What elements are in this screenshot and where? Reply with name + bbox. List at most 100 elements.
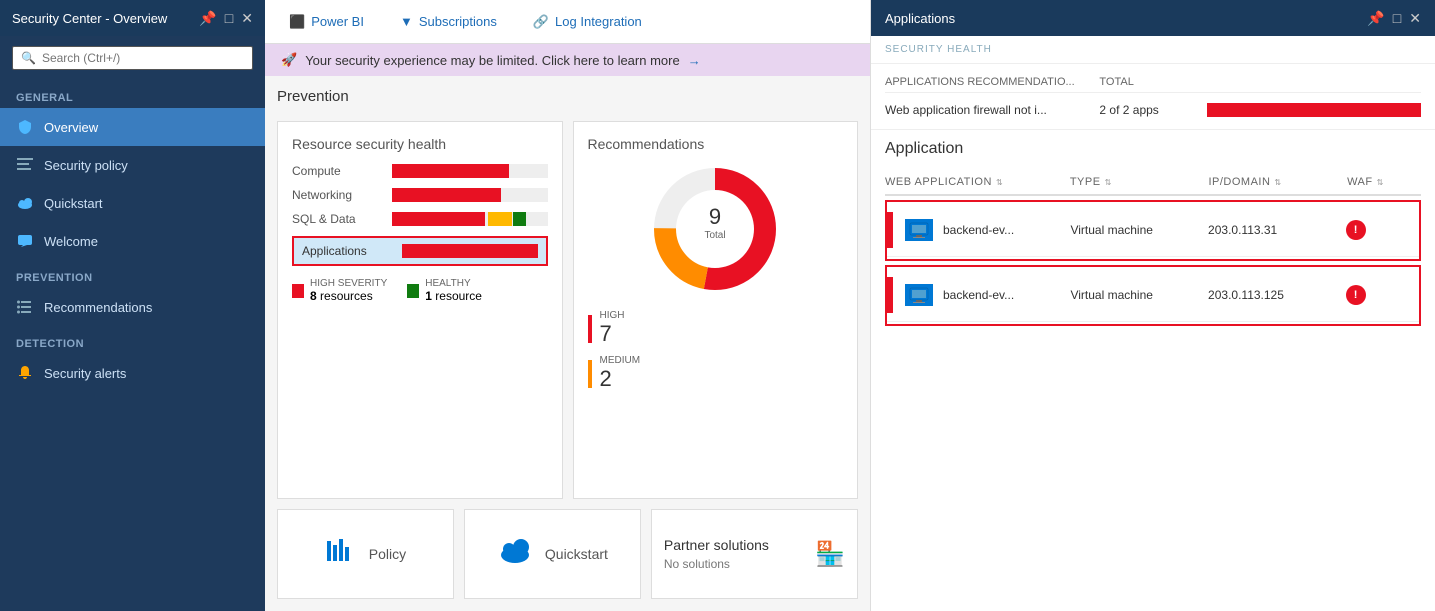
table-row-1-highlight[interactable]: backend-ev... Virtual machine 203.0.113.… — [885, 200, 1421, 261]
power-bi-label: Power BI — [311, 14, 364, 29]
medium-bar — [588, 360, 592, 388]
bell-icon — [16, 364, 34, 382]
donut-container: 9 Total — [588, 164, 844, 294]
col-waf-header[interactable]: WAF ⇅ — [1347, 176, 1421, 188]
quickstart-card[interactable]: Quickstart — [464, 509, 641, 599]
policy-card[interactable]: Policy — [277, 509, 454, 599]
networking-label: Networking — [292, 188, 382, 202]
prevention-title: Prevention — [277, 88, 858, 105]
toolbar: ⬛ Power BI ▼ Subscriptions 🔗 Log Integra… — [265, 0, 870, 44]
power-bi-button[interactable]: ⬛ Power BI — [281, 10, 372, 34]
applications-highlighted-row[interactable]: Applications — [292, 236, 548, 266]
maximize-icon[interactable]: □ — [225, 10, 233, 26]
sql-label: SQL & Data — [292, 212, 382, 226]
search-box[interactable]: 🔍 — [12, 46, 253, 70]
col-waf-sort[interactable]: ⇅ — [1377, 178, 1384, 187]
col-ip-header[interactable]: IP/DOMAIN ⇅ — [1208, 176, 1347, 188]
sidebar-overview-label: Overview — [44, 120, 98, 135]
medium-severity-row: MEDIUM 2 — [588, 355, 844, 392]
svg-text:Total: Total — [705, 230, 726, 241]
rec-col3-header — [1207, 76, 1421, 88]
row2-vm-icon — [905, 284, 933, 306]
row2-app: backend-ev... — [887, 277, 1070, 313]
rec-row-total: 2 of 2 apps — [1099, 103, 1206, 117]
sidebar-item-security-alerts[interactable]: Security alerts — [0, 354, 265, 392]
sidebar-item-security-policy[interactable]: Security policy — [0, 146, 265, 184]
resource-health-card: Resource security health Compute Network… — [277, 121, 563, 499]
high-severity-stat: HIGH SEVERITY 8 resources — [292, 278, 387, 303]
close-icon[interactable]: ✕ — [241, 10, 253, 27]
app-recs-section: APPLICATIONS RECOMMENDATIO... TOTAL Web … — [871, 64, 1435, 130]
severity-stats: HIGH SEVERITY 8 resources HEALTHY 1 reso… — [292, 278, 548, 303]
healthy-text: HEALTHY 1 resource — [425, 278, 482, 303]
row1-indicator — [887, 212, 893, 248]
rec-col1-header: APPLICATIONS RECOMMENDATIO... — [885, 76, 1099, 88]
app-table-header: WEB APPLICATION ⇅ TYPE ⇅ IP/DOMAIN ⇅ WAF… — [885, 170, 1421, 196]
sidebar-item-welcome[interactable]: Welcome — [0, 222, 265, 260]
log-integration-button[interactable]: 🔗 Log Integration — [525, 10, 650, 34]
applications-label: Applications — [302, 244, 392, 258]
row1-waf-alert: ! — [1346, 220, 1366, 240]
filter-icon: ▼ — [400, 14, 413, 29]
row1-ip: 203.0.113.31 — [1208, 223, 1346, 237]
bars-icon — [16, 156, 34, 174]
notification-bar[interactable]: 🚀 Your security experience may be limite… — [265, 44, 870, 76]
row2-waf-alert: ! — [1346, 285, 1366, 305]
sql-bar-green — [513, 212, 525, 226]
sidebar-item-overview[interactable]: Overview — [0, 108, 265, 146]
notification-arrow: → — [688, 53, 701, 68]
high-severity-row: HIGH 7 — [588, 310, 844, 347]
subscriptions-label: Subscriptions — [419, 14, 497, 29]
left-title: Security Center - Overview — [12, 11, 167, 26]
search-input[interactable] — [42, 51, 244, 65]
app-recs-header: APPLICATIONS RECOMMENDATIO... TOTAL — [885, 72, 1421, 93]
row2-name: backend-ev... — [943, 288, 1014, 302]
applications-bar — [402, 244, 538, 258]
quickstart-icon — [497, 537, 533, 572]
col-web-app-header[interactable]: WEB APPLICATION ⇅ — [885, 176, 1070, 188]
app-panel: Applications 📌 □ ✕ SECURITY HEALTH APPLI… — [870, 0, 1435, 611]
col-ip-label: IP/DOMAIN — [1208, 176, 1270, 188]
subscriptions-button[interactable]: ▼ Subscriptions — [392, 10, 505, 33]
col-type-header[interactable]: TYPE ⇅ — [1070, 176, 1209, 188]
networking-row: Networking — [292, 188, 548, 202]
notification-text: Your security experience may be limited.… — [305, 53, 680, 68]
high-bar — [588, 315, 592, 343]
healthy-stat: HEALTHY 1 resource — [407, 278, 482, 303]
quickstart-card-label: Quickstart — [545, 546, 608, 562]
rec-row-1[interactable]: Web application firewall not i... 2 of 2… — [885, 99, 1421, 121]
app-maximize-icon[interactable]: □ — [1393, 10, 1401, 26]
table-row-1[interactable]: backend-ev... Virtual machine 203.0.113.… — [887, 204, 1419, 257]
row1-waf: ! — [1346, 220, 1419, 240]
table-row-2[interactable]: backend-ev... Virtual machine 203.0.113.… — [887, 269, 1419, 322]
cards-row: Resource security health Compute Network… — [277, 121, 858, 499]
section-detection: DETECTION — [0, 326, 265, 354]
severity-list: HIGH 7 MEDIUM 2 — [588, 310, 844, 392]
row2-indicator — [887, 277, 893, 313]
pin-icon[interactable]: 📌 — [199, 10, 216, 27]
sidebar-item-quickstart[interactable]: Quickstart — [0, 184, 265, 222]
sidebar-item-recommendations[interactable]: Recommendations — [0, 288, 265, 326]
partner-solutions-card: Partner solutions No solutions 🏪 — [651, 509, 858, 599]
col-web-app-sort[interactable]: ⇅ — [996, 178, 1003, 187]
partner-solutions-title: Partner solutions — [664, 537, 803, 553]
col-type-sort[interactable]: ⇅ — [1105, 178, 1112, 187]
app-close-icon[interactable]: ✕ — [1409, 10, 1421, 27]
power-bi-icon: ⬛ — [289, 14, 305, 30]
high-severity-indicator — [292, 284, 304, 298]
chat-icon — [16, 232, 34, 250]
table-row-2-highlight[interactable]: backend-ev... Virtual machine 203.0.113.… — [885, 265, 1421, 326]
col-ip-sort[interactable]: ⇅ — [1274, 178, 1281, 187]
sidebar-security-policy-label: Security policy — [44, 158, 128, 173]
high-severity-text: HIGH SEVERITY 8 resources — [310, 278, 387, 303]
policy-label: Policy — [369, 546, 406, 562]
compute-label: Compute — [292, 164, 382, 178]
store-icon: 🏪 — [815, 540, 845, 569]
rec-col2-header: TOTAL — [1099, 76, 1206, 88]
row1-name: backend-ev... — [943, 223, 1014, 237]
row2-type: Virtual machine — [1070, 288, 1208, 302]
left-title-bar: Security Center - Overview 📌 □ ✕ — [0, 0, 265, 36]
app-panel-controls: 📌 □ ✕ — [1367, 10, 1421, 27]
networking-bar-container — [392, 188, 548, 202]
app-pin-icon[interactable]: 📌 — [1367, 10, 1384, 27]
